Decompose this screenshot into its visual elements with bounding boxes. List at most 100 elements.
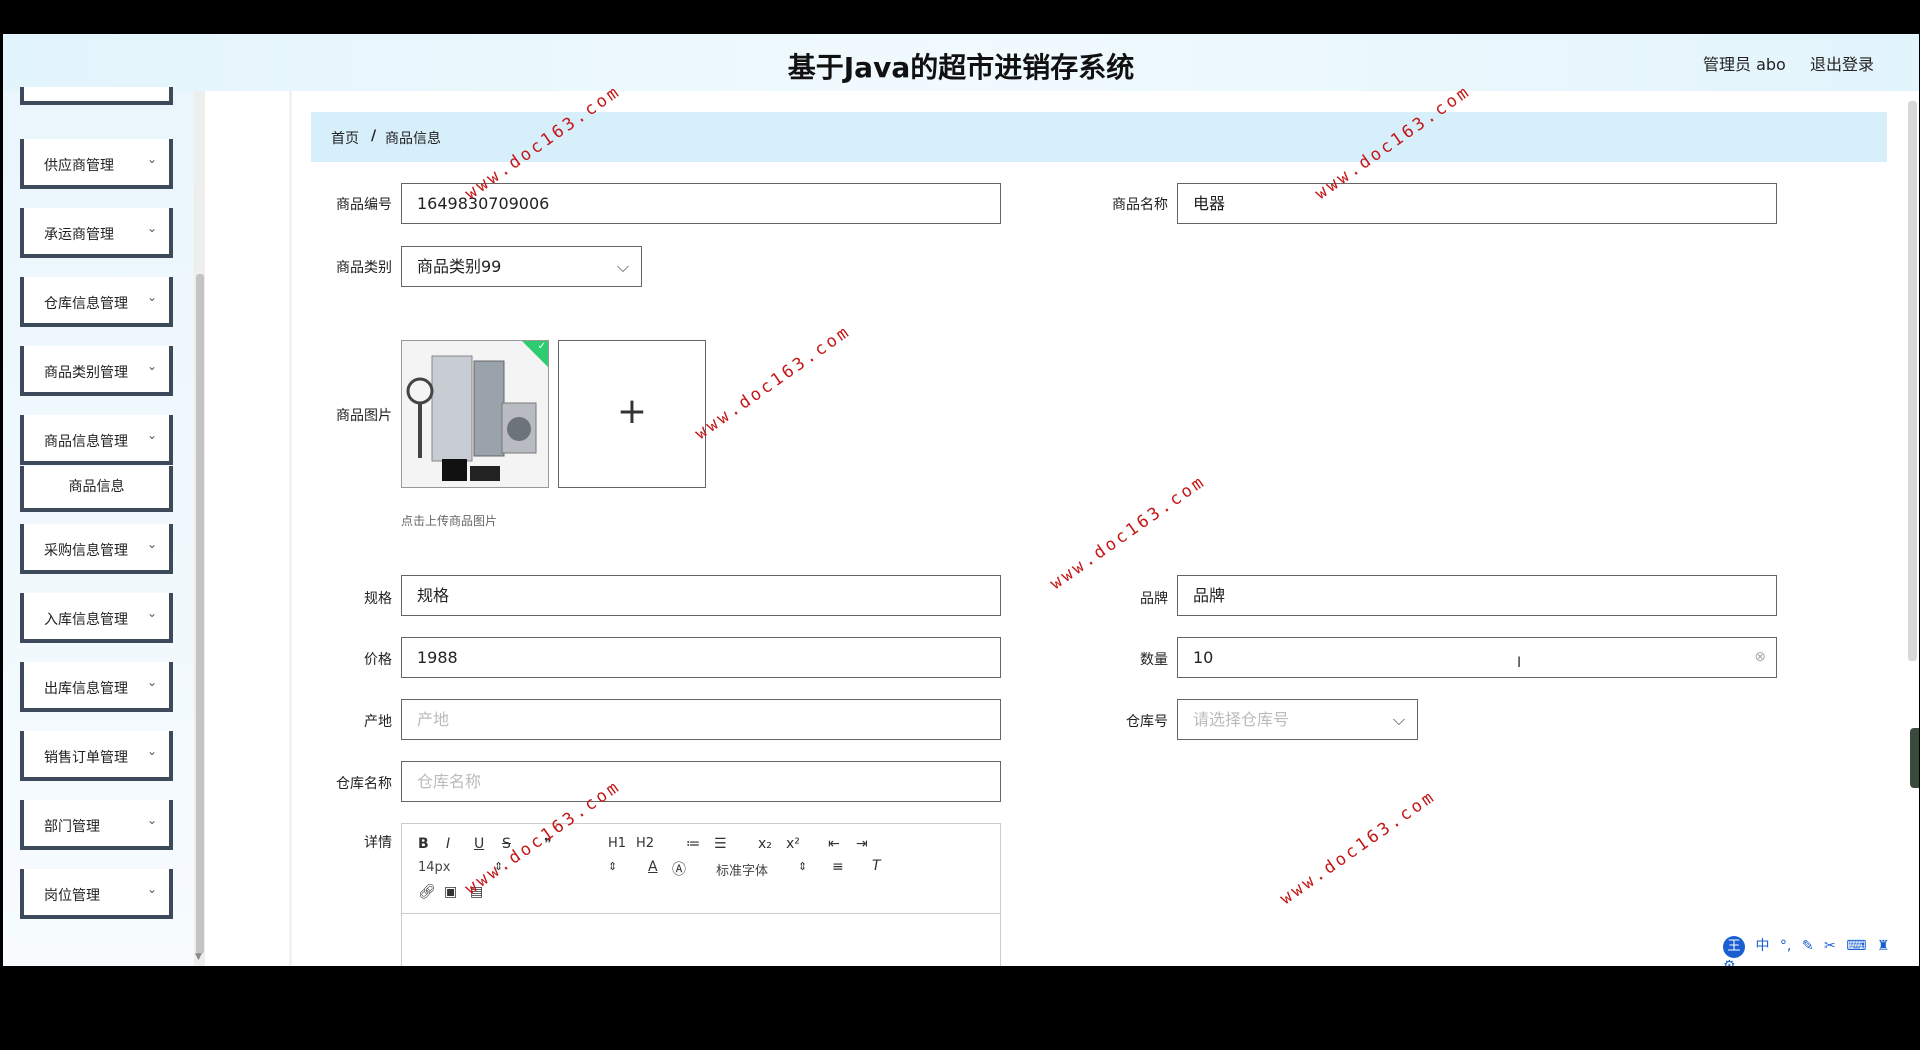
divider — [289, 91, 292, 966]
price-label: 价格 — [364, 652, 392, 668]
chevron-down-icon: ⌄ — [146, 675, 157, 689]
chevron-down-icon: ⌄ — [146, 882, 157, 896]
updown-icon: ⇕ — [608, 860, 618, 873]
spec-input[interactable]: 规格 — [401, 575, 1001, 616]
sidebar-item-suppliers[interactable]: 供应商管理 ⌄ — [20, 139, 173, 189]
upload-add-button[interactable]: + — [558, 340, 706, 488]
sidebar-item-label: 入库信息管理 — [44, 612, 128, 628]
app-title: 基于Java的超市进销存系统 — [787, 51, 1135, 84]
category-label: 商品类别 — [336, 260, 392, 276]
clear-icon[interactable]: ⊗ — [1754, 638, 1766, 677]
chevron-down-icon: ⌄ — [146, 152, 157, 166]
pen-icon[interactable]: ✎ — [1802, 938, 1814, 954]
sidebar-item-products[interactable]: 商品信息管理 ⌄ — [20, 415, 173, 465]
spec-label: 规格 — [364, 591, 392, 607]
sidebar-item-label: 商品类别管理 — [44, 365, 128, 381]
quantity-input[interactable]: 10 ⊗ — [1177, 637, 1777, 678]
sidebar-item-positions[interactable]: 岗位管理 ⌄ — [20, 869, 173, 919]
h1-button[interactable]: H1 — [608, 836, 626, 851]
italic-button[interactable]: I — [446, 836, 450, 852]
ordered-list-button[interactable]: ≔ — [686, 836, 700, 852]
sidebar-item-label: 商品信息管理 — [44, 434, 128, 450]
breadcrumb: 首页 / 商品信息 — [311, 112, 1887, 162]
sidebar-item-sales-orders[interactable]: 销售订单管理 ⌄ — [20, 731, 173, 781]
chevron-down-icon: ⌄ — [146, 537, 157, 551]
indent-button[interactable]: ⇥ — [856, 836, 868, 852]
ime-logo-icon[interactable]: 王 — [1723, 936, 1745, 958]
category-value: 商品类别99 — [417, 257, 502, 276]
superscript-button[interactable]: x² — [786, 836, 800, 852]
keyboard-icon[interactable]: ⌨ — [1846, 938, 1866, 954]
sidebar-item-outbound[interactable]: 出库信息管理 ⌄ — [20, 662, 173, 712]
warehouse-name-label: 仓库名称 — [336, 776, 392, 792]
rich-text-editor: B I U S ❞ H1 H2 ≔ ☰ x₂ x² ⇤ ⇥ 14px ⇕ ⇕ A… — [401, 823, 1001, 966]
image-icon[interactable]: ▣ — [444, 884, 457, 900]
font-color-icon[interactable]: A — [648, 859, 658, 875]
warehouse-name-input[interactable]: 仓库名称 — [401, 761, 1001, 802]
brand-input[interactable]: 品牌 — [1177, 575, 1777, 616]
subscript-button[interactable]: x₂ — [758, 836, 772, 852]
quantity-value: 10 — [1193, 648, 1214, 667]
main-scrollbar-thumb[interactable] — [1908, 101, 1917, 661]
ime-toolbar[interactable]: 王 中 °, ✎ ✂ ⌨ ♜ ⚙ — [1723, 935, 1913, 966]
chevron-down-icon: ⌄ — [146, 221, 157, 235]
scissors-icon[interactable]: ✂ — [1824, 938, 1836, 954]
code-input[interactable]: 1649830709006 — [401, 183, 1001, 224]
logout-link[interactable]: 退出登录 — [1810, 51, 1874, 75]
gear-icon[interactable]: ⚙ — [1723, 958, 1736, 966]
blockquote-button[interactable]: ❞ — [544, 836, 552, 852]
h2-button[interactable]: H2 — [636, 836, 654, 851]
sidebar-item-label: 部门管理 — [44, 819, 100, 835]
background-color-icon[interactable]: Ⓐ — [672, 859, 686, 879]
editor-body[interactable] — [402, 915, 1000, 966]
sidebar-item-categories[interactable]: 商品类别管理 ⌄ — [20, 346, 173, 396]
video-icon[interactable]: ▤ — [470, 884, 483, 900]
bold-button[interactable]: B — [418, 836, 429, 852]
name-input[interactable]: 电器 — [1177, 183, 1777, 224]
sidebar-item-departments[interactable]: 部门管理 ⌄ — [20, 800, 173, 850]
origin-label: 产地 — [364, 714, 392, 730]
outdent-button[interactable]: ⇤ — [828, 836, 840, 852]
scroll-down-arrow-icon[interactable]: ▼ — [195, 952, 202, 962]
sidebar-item-label: 仓库信息管理 — [44, 296, 128, 312]
shirt-icon[interactable]: ♜ — [1877, 938, 1890, 954]
align-icon[interactable]: ≡ — [832, 859, 844, 875]
punctuation-icon[interactable]: °, — [1780, 938, 1791, 954]
sidebar-subitem-product-info[interactable]: 商品信息 — [20, 466, 173, 512]
breadcrumb-home[interactable]: 首页 — [331, 128, 359, 148]
ime-lang[interactable]: 中 — [1755, 938, 1769, 954]
underline-button[interactable]: U — [474, 836, 484, 852]
sidebar-item-inbound[interactable]: 入库信息管理 ⌄ — [20, 593, 173, 643]
updown-icon: ⇕ — [798, 860, 808, 873]
header: 基于Java的超市进销存系统 管理员 abo 退出登录 — [3, 34, 1919, 91]
sidebar-item-label: 承运商管理 — [44, 227, 114, 243]
detail-label: 详情 — [364, 835, 392, 851]
sidebar-item-purchases[interactable]: 采购信息管理 ⌄ — [20, 524, 173, 574]
font-family-select[interactable]: 标准字体 — [716, 860, 768, 879]
sidebar-item-warehouses[interactable]: 仓库信息管理 ⌄ — [20, 277, 173, 327]
side-tab[interactable] — [1910, 728, 1919, 788]
sidebar-item-top[interactable] — [20, 87, 173, 105]
price-input[interactable]: 1988 — [401, 637, 1001, 678]
name-label: 商品名称 — [1112, 197, 1168, 213]
warehouse-no-select[interactable]: 请选择仓库号 ⌵ — [1177, 699, 1418, 740]
category-select[interactable]: 商品类别99 ⌵ — [401, 246, 642, 287]
chevron-down-icon: ⌄ — [146, 428, 157, 442]
main-content: 首页 / 商品信息 商品编号 1649830709006 商品名称 电器 商品类… — [205, 91, 1919, 966]
font-size-select[interactable]: 14px — [418, 860, 451, 875]
origin-input[interactable]: 产地 — [401, 699, 1001, 740]
sidebar-item-label: 销售订单管理 — [44, 750, 128, 766]
breadcrumb-current: 商品信息 — [385, 131, 441, 147]
sidebar-scrollbar-thumb[interactable] — [196, 274, 204, 954]
clear-format-icon[interactable]: T — [872, 858, 881, 874]
chevron-down-icon: ⌵ — [616, 257, 629, 276]
link-icon[interactable]: 🔗︎ — [418, 884, 436, 900]
sidebar-item-label: 岗位管理 — [44, 888, 100, 904]
chevron-down-icon: ⌄ — [146, 744, 157, 758]
bullet-list-button[interactable]: ☰ — [714, 836, 727, 852]
product-image-thumbnail[interactable]: ✓ — [401, 340, 549, 488]
quantity-label: 数量 — [1140, 652, 1168, 668]
text-cursor-icon: I — [1517, 655, 1522, 671]
strike-button[interactable]: S — [502, 836, 511, 852]
sidebar-item-carriers[interactable]: 承运商管理 ⌄ — [20, 208, 173, 258]
